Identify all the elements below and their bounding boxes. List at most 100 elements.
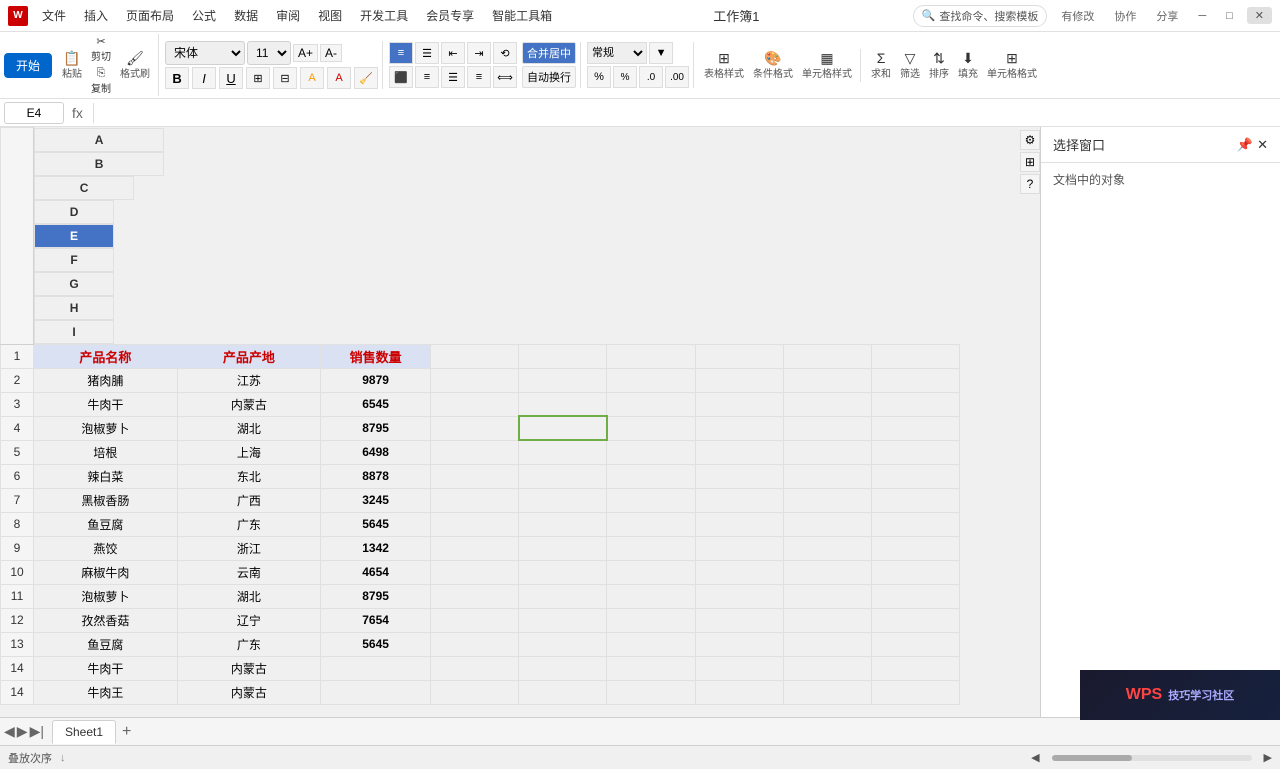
- cell-i2[interactable]: [871, 368, 959, 392]
- col-header-d[interactable]: D: [34, 200, 114, 224]
- menu-formula[interactable]: 公式: [184, 5, 224, 26]
- fill-color-button[interactable]: A: [300, 67, 324, 89]
- text-direction-button[interactable]: ⟲: [493, 42, 517, 64]
- cell-h3[interactable]: [783, 392, 871, 416]
- decimal-decrease-btn[interactable]: .00: [665, 66, 689, 88]
- cell-g12[interactable]: [695, 608, 783, 632]
- cell-h13[interactable]: [783, 632, 871, 656]
- cell-d1[interactable]: [431, 344, 519, 368]
- cell-extra14-4[interactable]: [695, 680, 783, 704]
- cell-g2[interactable]: [695, 368, 783, 392]
- menu-data[interactable]: 数据: [226, 5, 266, 26]
- cell-i10[interactable]: [871, 560, 959, 584]
- cut-button[interactable]: ✂ 剪切: [87, 34, 115, 64]
- cell-extra14-1[interactable]: [431, 680, 519, 704]
- cell-h10[interactable]: [783, 560, 871, 584]
- cell-d9[interactable]: [431, 536, 519, 560]
- cell-e7[interactable]: [519, 488, 607, 512]
- cell-i9[interactable]: [871, 536, 959, 560]
- sort-button[interactable]: ⇅ 排序: [925, 49, 953, 82]
- cell-g11[interactable]: [695, 584, 783, 608]
- side-tool-1[interactable]: ⚙: [1020, 130, 1040, 150]
- window-maximize-btn[interactable]: □: [1220, 8, 1239, 24]
- start-button[interactable]: 开始: [4, 53, 52, 78]
- cell-d5[interactable]: [431, 440, 519, 464]
- cell-c9[interactable]: 1342: [321, 536, 431, 560]
- cell-h7[interactable]: [783, 488, 871, 512]
- cell-h8[interactable]: [783, 512, 871, 536]
- table-style-button[interactable]: ⊞ 表格样式: [700, 49, 748, 82]
- row-num-14[interactable]: 14: [1, 680, 34, 704]
- cell-g9[interactable]: [695, 536, 783, 560]
- cell-f6[interactable]: [607, 464, 695, 488]
- row-num-4[interactable]: 4: [1, 416, 34, 440]
- row-num-3[interactable]: 3: [1, 392, 34, 416]
- cell-g4[interactable]: [695, 416, 783, 440]
- formula-input[interactable]: [100, 106, 1276, 120]
- merge-shape-button[interactable]: ⊟: [273, 67, 297, 89]
- cell-e3[interactable]: [519, 392, 607, 416]
- cond-format-button[interactable]: 🎨 条件格式: [749, 49, 797, 82]
- row-num-2[interactable]: 2: [1, 368, 34, 392]
- menu-vip[interactable]: 会员专享: [418, 5, 482, 26]
- cell-c4[interactable]: 8795: [321, 416, 431, 440]
- percent-btn[interactable]: %: [587, 66, 611, 88]
- cell-b14[interactable]: 内蒙古: [177, 680, 320, 704]
- cell-b6[interactable]: 东北: [177, 464, 320, 488]
- sheet-nav-next[interactable]: ▶: [17, 723, 28, 740]
- cell-style-button[interactable]: ▦ 单元格样式: [798, 49, 856, 82]
- cell-c12[interactable]: 7654: [321, 608, 431, 632]
- cell-h9[interactable]: [783, 536, 871, 560]
- menu-insert[interactable]: 插入: [76, 5, 116, 26]
- cell-e9[interactable]: [519, 536, 607, 560]
- cell-h4[interactable]: [783, 416, 871, 440]
- cell-b5[interactable]: 上海: [177, 440, 320, 464]
- cell-b12[interactable]: 辽宁: [177, 608, 320, 632]
- col-header-b[interactable]: B: [34, 152, 164, 176]
- cell-e12[interactable]: [519, 608, 607, 632]
- cell-e6[interactable]: [519, 464, 607, 488]
- menu-file[interactable]: 文件: [34, 5, 74, 26]
- cell-b4[interactable]: 湖北: [177, 416, 320, 440]
- cell-i11[interactable]: [871, 584, 959, 608]
- side-tool-2[interactable]: ⊞: [1020, 152, 1040, 172]
- clear-format-button[interactable]: 🧹: [354, 67, 378, 89]
- cell-d6[interactable]: [431, 464, 519, 488]
- cell-f8[interactable]: [607, 512, 695, 536]
- cell-b11[interactable]: 湖北: [177, 584, 320, 608]
- cell-a11[interactable]: 泡椒萝卜: [34, 584, 178, 608]
- cell-g10[interactable]: [695, 560, 783, 584]
- row-num-9[interactable]: 9: [1, 536, 34, 560]
- cell-d4[interactable]: [431, 416, 519, 440]
- cell-c10[interactable]: 4654: [321, 560, 431, 584]
- fill-button[interactable]: ⬇ 填充: [954, 49, 982, 82]
- scroll-left-btn[interactable]: ◀: [1031, 751, 1039, 764]
- cell-f12[interactable]: [607, 608, 695, 632]
- cell-f10[interactable]: [607, 560, 695, 584]
- cell-f14[interactable]: [607, 656, 695, 680]
- cell-c5[interactable]: 6498: [321, 440, 431, 464]
- cell-d11[interactable]: [431, 584, 519, 608]
- pin-icon[interactable]: 📌: [1237, 137, 1253, 153]
- cell-a13[interactable]: 鱼豆腐: [34, 632, 178, 656]
- row-num-14[interactable]: 14: [1, 656, 34, 680]
- cell-a12[interactable]: 孜然香菇: [34, 608, 178, 632]
- cell-b3[interactable]: 内蒙古: [177, 392, 320, 416]
- side-tool-3[interactable]: ?: [1020, 174, 1040, 194]
- cell-i13[interactable]: [871, 632, 959, 656]
- cell-b14[interactable]: 内蒙古: [177, 656, 320, 680]
- cell-h11[interactable]: [783, 584, 871, 608]
- wps-banner[interactable]: WPS 技巧学习社区: [1080, 670, 1280, 720]
- cell-a6[interactable]: 辣白菜: [34, 464, 178, 488]
- cell-f13[interactable]: [607, 632, 695, 656]
- indent-decrease-button[interactable]: ⇤: [441, 42, 465, 64]
- cell-e11[interactable]: [519, 584, 607, 608]
- cell-c3[interactable]: 6545: [321, 392, 431, 416]
- cell-g6[interactable]: [695, 464, 783, 488]
- cell-d7[interactable]: [431, 488, 519, 512]
- row-num-6[interactable]: 6: [1, 464, 34, 488]
- sheet-add-button[interactable]: +: [118, 723, 135, 741]
- cell-f2[interactable]: [607, 368, 695, 392]
- cell-c14[interactable]: [321, 656, 431, 680]
- cell-f9[interactable]: [607, 536, 695, 560]
